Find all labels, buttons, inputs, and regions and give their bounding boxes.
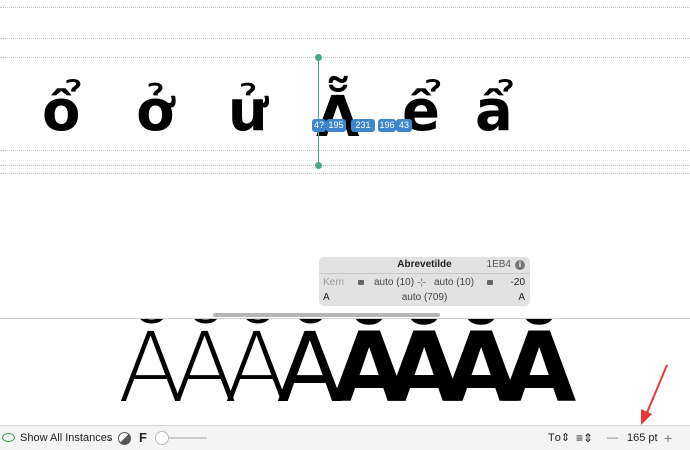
horizontal-scrollbar[interactable] — [213, 313, 440, 317]
font-size-field[interactable]: 165 pt — [627, 426, 658, 450]
left-sidebearing-badge[interactable]: 4? — [312, 119, 326, 132]
glyph-e-circumflex-hook[interactable]: ể — [402, 80, 440, 144]
kern-link-icon[interactable]: ⊹ — [417, 276, 426, 290]
glyph-o-horn-hook[interactable]: ở — [136, 80, 174, 144]
info-header: Abrevetilde 1EB4 i — [319, 258, 530, 272]
right-metrics-key[interactable]: A — [518, 291, 525, 305]
guide-line — [0, 150, 690, 151]
glyph-a-circumflex-hook[interactable]: ẩ — [475, 80, 513, 144]
chevron-down-icon[interactable]: ⌄ — [105, 426, 113, 450]
lock-icon[interactable] — [358, 280, 364, 285]
glyph-u-horn-hook[interactable]: ử — [228, 80, 268, 144]
info-icon[interactable]: i — [515, 260, 525, 270]
bottom-toolbar: Show All Instances ⌄ F Tᴏ⇕ ≡⇕ — 165 pt + — [0, 425, 690, 450]
kern-value-field[interactable]: -20 — [511, 276, 525, 290]
text-options-icon[interactable]: Tᴏ⇕ — [548, 426, 570, 450]
metrics-row: A auto (709) A — [319, 291, 530, 305]
selection-handle-bottom[interactable] — [315, 162, 322, 169]
glyph-abrevetilde-selected[interactable]: Ẵ — [316, 86, 359, 150]
left-kern-field[interactable]: auto (10) — [374, 276, 414, 290]
guide-line — [0, 38, 690, 39]
divider — [319, 273, 530, 274]
align-options-icon[interactable]: ≡⇕ — [576, 426, 593, 450]
preview-panel: Ă Ă Ă Ă Ă Ă Ă Ă — [0, 318, 690, 426]
right-sidebearing-badge[interactable]: 43 — [396, 119, 412, 132]
glyph-o-circumflex-hook[interactable]: ổ — [42, 80, 80, 144]
preview-glyph: Ă — [502, 318, 577, 424]
right-kern-field[interactable]: auto (10) — [434, 276, 474, 290]
right-metric-badge[interactable]: 196 — [378, 119, 396, 132]
zoom-out-button[interactable]: — — [607, 426, 618, 450]
selection-handle-top[interactable] — [315, 54, 322, 61]
color-mode-icon[interactable] — [118, 432, 131, 445]
guide-line — [0, 173, 690, 174]
kern-label: Kern — [323, 277, 345, 288]
slider-knob[interactable] — [155, 431, 169, 445]
selection-line — [318, 57, 319, 165]
guide-line — [0, 165, 690, 166]
font-button[interactable]: F — [139, 426, 147, 450]
guide-line — [0, 7, 690, 8]
width-badge[interactable]: 231 — [351, 119, 375, 132]
edit-view[interactable]: ổ ở ử Ẵ ể ẩ 4? 195 231 196 43 Abrevetild… — [0, 0, 690, 316]
guide-line — [0, 57, 690, 58]
eye-icon[interactable] — [2, 433, 15, 442]
lock-icon[interactable] — [487, 280, 493, 285]
zoom-in-button[interactable]: + — [664, 426, 672, 450]
glyph-info-panel: Abrevetilde 1EB4 i Kern auto (10) ⊹ auto… — [319, 257, 530, 306]
width-field[interactable]: auto (709) — [319, 291, 530, 305]
left-metric-badge[interactable]: 195 — [326, 119, 346, 132]
unicode-value[interactable]: 1EB4 — [487, 258, 511, 272]
kern-row: Kern auto (10) ⊹ auto (10) -20 — [319, 276, 530, 290]
show-instances-popup[interactable]: Show All Instances — [20, 426, 112, 450]
